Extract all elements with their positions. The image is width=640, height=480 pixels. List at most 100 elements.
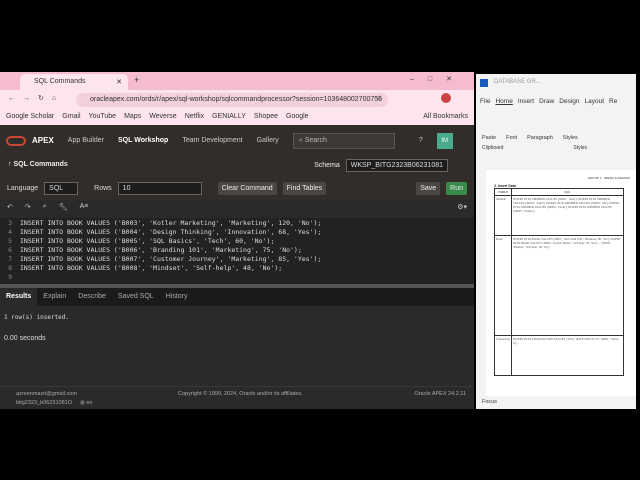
code-line[interactable]: 6 INSERT INTO BOOK VALUES ('B006', 'Brand… bbox=[0, 246, 474, 255]
wrench-icon[interactable]: 🔧︎ bbox=[59, 203, 68, 215]
table-cell: Book bbox=[493, 235, 513, 336]
bookmark[interactable]: Weverse bbox=[149, 113, 177, 122]
settings-icon[interactable]: ⚙▾ bbox=[457, 203, 467, 215]
doc-header: GROUP 1 - IRDINA & KERSAN bbox=[587, 176, 630, 180]
styles-group: Styles bbox=[573, 145, 588, 151]
code-line[interactable]: 7 INSERT INTO BOOK VALUES ('B007', 'Custo… bbox=[0, 255, 474, 264]
sql-table: TABLE SQL Member INSERT INTO MEMBER VALUES… bbox=[493, 188, 624, 376]
tab-results[interactable]: Results bbox=[0, 288, 38, 306]
copyright: Copyright © 1999, 2024, Oracle and/or it… bbox=[178, 391, 303, 397]
tab-insert[interactable]: Insert bbox=[518, 98, 534, 105]
close-tab-icon[interactable]: ✕ bbox=[116, 78, 122, 86]
window-controls[interactable]: –□✕ bbox=[410, 75, 466, 83]
result-message: 1 row(s) inserted. bbox=[4, 314, 70, 321]
bookmark[interactable]: Netflix bbox=[185, 113, 204, 122]
clear-command-button[interactable]: Clear Command bbox=[217, 181, 277, 195]
tab-title: SQL Commands bbox=[34, 78, 86, 85]
url-input[interactable]: oracleapex.com/ords/r/apex/sql-workshop/… bbox=[76, 93, 388, 107]
nav-gallery[interactable]: Gallery bbox=[257, 137, 279, 144]
col-header: SQL bbox=[511, 188, 624, 196]
nav-sql-workshop[interactable]: SQL Workshop bbox=[118, 137, 168, 144]
address-bar-row: ←→↻⌂ oracleapex.com/ords/r/apex/sql-work… bbox=[0, 90, 474, 110]
code-editor[interactable]: 3 INSERT INTO BOOK VALUES ('B003', 'Kotle… bbox=[0, 218, 474, 284]
nav-app-builder[interactable]: App Builder bbox=[68, 137, 104, 144]
save-button[interactable]: Save bbox=[416, 181, 441, 195]
rows-select[interactable]: 10 bbox=[117, 181, 202, 195]
new-tab-button[interactable]: + bbox=[134, 75, 139, 85]
bookmark[interactable]: Maps bbox=[124, 113, 141, 122]
tab-describe[interactable]: Describe bbox=[72, 288, 112, 306]
options-bar: Language SQL Rows 10 Clear Command Find … bbox=[0, 176, 474, 200]
tab-explain[interactable]: Explain bbox=[37, 288, 72, 306]
star-icon[interactable]: ☆ bbox=[376, 94, 382, 102]
apex-brand[interactable]: APEX bbox=[32, 136, 54, 145]
tab-sql-commands[interactable]: SQL Commands ✕ bbox=[20, 74, 128, 90]
tab-file[interactable]: File bbox=[480, 98, 490, 105]
tab-bar: SQL Commands ✕ + –□✕ bbox=[0, 72, 474, 90]
code-text: INSERT INTO BOOK VALUES ('B008', 'Mindse… bbox=[20, 264, 283, 272]
paragraph-button[interactable]: Paragraph bbox=[527, 135, 553, 141]
line-number: 8 bbox=[8, 264, 12, 272]
format-icon[interactable]: A≡ bbox=[80, 203, 89, 215]
code-text: INSERT INTO BOOK VALUES ('B003', 'Kotler… bbox=[20, 219, 322, 227]
tab-saved-sql[interactable]: Saved SQL bbox=[112, 288, 160, 306]
bookmark[interactable]: Gmail bbox=[62, 113, 80, 122]
profile-avatar[interactable] bbox=[441, 93, 451, 103]
word-window: DATABASE GR... File Home Insert Draw Design L… bbox=[476, 74, 636, 409]
tab-draw[interactable]: Draw bbox=[539, 98, 554, 105]
document-page[interactable]: GROUP 1 - IRDINA & KERSAN 3. Insert Data… bbox=[486, 170, 636, 396]
code-text: INSERT INTO BOOK VALUES ('B007', 'Custom… bbox=[20, 255, 322, 263]
oracle-logo-icon[interactable] bbox=[6, 135, 26, 146]
results-panel: 1 row(s) inserted. 0.00 seconds bbox=[0, 306, 474, 386]
font-button[interactable]: Font bbox=[506, 135, 517, 141]
col-header: TABLE bbox=[493, 188, 513, 196]
language-indicator[interactable]: ◍ en bbox=[80, 400, 92, 406]
tab-history[interactable]: History bbox=[160, 288, 194, 306]
tab-layout[interactable]: Layout bbox=[585, 98, 605, 105]
footer: azreenmazri@gmail.com bitg2323_b06231081… bbox=[0, 386, 474, 409]
bookmarks-bar: Google Scholar Gmail YouTube Maps Weverse Net… bbox=[0, 110, 474, 125]
line-number: 5 bbox=[8, 237, 12, 245]
tab-home[interactable]: Home bbox=[495, 98, 512, 105]
redo-icon[interactable]: ↷ bbox=[25, 203, 31, 215]
bookmark[interactable]: GENIALLY bbox=[212, 113, 246, 122]
avatar[interactable]: IM bbox=[436, 132, 453, 149]
focus-button[interactable]: Focus bbox=[482, 399, 497, 405]
nav-team-development[interactable]: Team Development bbox=[182, 137, 242, 144]
paste-button[interactable]: Paste bbox=[482, 135, 496, 141]
code-line[interactable]: 3 INSERT INTO BOOK VALUES ('B003', 'Kotle… bbox=[0, 219, 474, 228]
undo-icon[interactable]: ↶ bbox=[7, 203, 13, 215]
code-line[interactable]: 4 INSERT INTO BOOK VALUES ('B004', 'Desig… bbox=[0, 228, 474, 237]
tab-design[interactable]: Design bbox=[559, 98, 579, 105]
code-line[interactable]: 8 INSERT INTO BOOK VALUES ('B008', 'Minds… bbox=[0, 264, 474, 273]
focus-label: Focus bbox=[482, 399, 497, 405]
result-tabs: Results Explain Describe Saved SQL Histo… bbox=[0, 288, 474, 306]
document-title: DATABASE GR... bbox=[494, 79, 541, 85]
table-cell: Transaction bbox=[493, 335, 513, 376]
bookmark[interactable]: YouTube bbox=[89, 113, 117, 122]
run-button[interactable]: Run bbox=[446, 181, 467, 195]
styles-button[interactable]: Styles bbox=[563, 135, 578, 141]
bookmark[interactable]: Google bbox=[286, 113, 309, 122]
line-number: 6 bbox=[8, 246, 12, 254]
all-bookmarks[interactable]: All Bookmarks bbox=[423, 113, 468, 122]
tab-references[interactable]: Re bbox=[609, 98, 617, 105]
find-tables-button[interactable]: Find Tables bbox=[282, 181, 327, 195]
schema-select[interactable]: WKSP_BITG2323B06231081 bbox=[345, 159, 448, 172]
schema-selector: Schema WKSP_BITG2323B06231081 bbox=[314, 159, 448, 172]
search-input[interactable]: ⌕ Search bbox=[292, 132, 395, 149]
code-line[interactable]: 9 bbox=[0, 273, 474, 282]
apex-version: Oracle APEX 24.2.11 bbox=[414, 391, 466, 397]
search-icon[interactable]: ⌕ bbox=[43, 203, 47, 215]
bookmark[interactable]: Google Scholar bbox=[6, 113, 54, 122]
nav-buttons[interactable]: ←→↻⌂ bbox=[8, 94, 64, 102]
table-cell: INSERT INTO TRANSACTION VALUES ('T001', … bbox=[511, 335, 624, 376]
code-text: INSERT INTO BOOK VALUES ('B006', 'Brandi… bbox=[20, 246, 302, 254]
table-cell: INSERT INTO MEMBER VALUES ('M001', 'Aina… bbox=[511, 195, 624, 236]
bookmark[interactable]: Shopee bbox=[254, 113, 278, 122]
help-icon[interactable]: ? bbox=[419, 137, 423, 144]
code-line[interactable]: 5 INSERT INTO BOOK VALUES ('B005', 'SQL B… bbox=[0, 237, 474, 246]
elapsed-time: 0.00 seconds bbox=[4, 335, 46, 342]
language-select[interactable]: SQL bbox=[44, 181, 79, 195]
search-placeholder: Search bbox=[304, 136, 327, 144]
